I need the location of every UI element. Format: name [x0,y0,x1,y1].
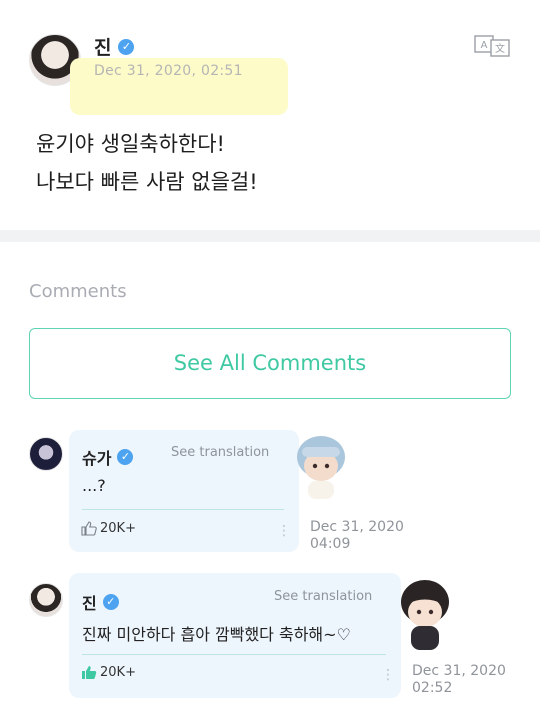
section-divider [0,230,540,242]
sticker-character [398,576,452,654]
more-options-icon[interactable]: ⋮ [381,667,395,683]
svg-text:文: 文 [495,42,505,55]
comment-time-line: 04:09 [310,536,351,552]
comment-date: Dec 31, 2020 04:09 [310,519,404,553]
comment-time-line: 02:52 [412,680,453,696]
sticker-character [294,433,348,501]
comment-bubble: 슈가 ✓ See translation ...? 20K+ ⋮ [69,430,299,552]
comment-date: Dec 31, 2020 02:52 [412,663,506,697]
post-body: 윤기야 생일축하한다! 나보다 빠른 사람 없을걸! [36,125,258,201]
like-button[interactable]: 20K+ [81,521,136,536]
see-all-comments-button[interactable]: See All Comments [29,328,511,399]
comment-avatar[interactable] [29,583,63,617]
thumbs-up-icon [81,521,97,536]
comment-text: 진짜 미안하다 흡아 깜빡했다 축하해~♡ [82,625,351,644]
like-count: 20K+ [100,521,136,536]
like-button[interactable]: 20K+ [81,665,136,680]
author-name[interactable]: 진 [94,33,111,60]
see-translation-link[interactable]: See translation [171,445,269,460]
comment-avatar[interactable] [29,437,63,471]
thumbs-up-filled-icon [82,666,97,679]
comment-author-row: 슈가 ✓ [82,445,134,469]
comment-author[interactable]: 슈가 [82,445,111,469]
comment-date-line: Dec 31, 2020 [310,519,404,535]
comment-separator [82,654,386,655]
see-all-comments-label: See All Comments [173,351,367,375]
comment-text: ...? [82,476,106,495]
see-translation-link[interactable]: See translation [274,589,372,604]
comment-date-line: Dec 31, 2020 [412,663,506,679]
comment-author-row: 진 ✓ [82,590,119,614]
comments-label: Comments [29,281,127,302]
post-line: 윤기야 생일축하한다! [36,132,225,156]
comment-separator [82,509,284,510]
verified-badge-icon: ✓ [117,449,134,465]
like-count: 20K+ [100,665,136,680]
svg-text:A: A [481,40,488,51]
verified-badge-icon: ✓ [118,38,135,55]
more-options-icon[interactable]: ⋮ [277,523,291,539]
verified-badge-icon: ✓ [102,594,119,610]
comment-author[interactable]: 진 [82,590,97,614]
translate-icon[interactable]: A 文 [474,35,510,57]
post-date: Dec 31, 2020, 02:51 [94,63,243,79]
post-line: 나보다 빠른 사람 없을걸! [36,170,258,194]
author-name-row: 진 ✓ [94,33,135,60]
comment-bubble: 진 ✓ See translation 진짜 미안하다 흡아 깜빡했다 축하해~… [69,573,401,698]
